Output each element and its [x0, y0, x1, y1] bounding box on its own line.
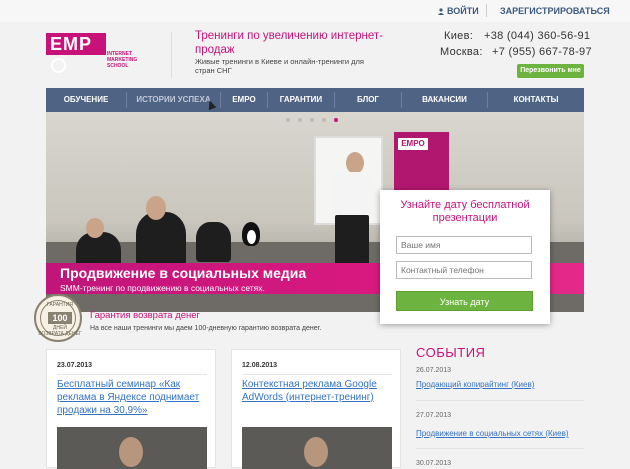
logo-text: EMP	[50, 34, 93, 54]
presenter-shirt	[332, 172, 372, 217]
audience-person	[196, 222, 231, 262]
header-subtitle: Живые тренинги в Киеве и онлайн-тренинги…	[195, 57, 364, 75]
slider-dot[interactable]	[310, 118, 314, 122]
slider-dot[interactable]	[322, 118, 326, 122]
hero-title[interactable]: Продвижение в социальных медиа	[60, 265, 306, 281]
guarantee-text: На все наши тренинги мы даем 100-дневную…	[90, 325, 322, 332]
hero-subtitle: SMM-тренинг по продвижению в социальных …	[60, 283, 265, 293]
audience-head	[146, 196, 166, 220]
phone-number-kiev: +38 (044) 360-56-91	[484, 30, 591, 42]
event-date: 27.07.2013	[416, 412, 452, 419]
presenter-legs	[335, 215, 369, 265]
slider-dot[interactable]	[286, 118, 290, 122]
topbar-divider	[486, 4, 487, 17]
header-title: Тренинги по увеличению интернет-продаж	[195, 30, 383, 56]
card-image-face	[119, 437, 143, 467]
callback-button[interactable]: Перезвонить мне	[517, 64, 584, 78]
event-divider	[416, 400, 584, 401]
nav-item-contacts[interactable]: КОНТАКТЫ	[488, 88, 584, 112]
events-title: СОБЫТИЯ	[416, 345, 486, 360]
card-date: 23.07.2013	[57, 362, 93, 369]
event-link[interactable]: Продающий копирайтинг (Киев)	[416, 380, 534, 389]
badge-top-text: ГАРАНТИЯ	[47, 302, 73, 308]
card-divider	[57, 374, 207, 375]
form-title: Узнайте дату бесплатной презентации	[400, 199, 530, 224]
logo[interactable]: EMP	[46, 33, 106, 73]
card-title-link[interactable]: Бесплатный семинар «Как реклама в Яндекс…	[57, 378, 212, 417]
name-input[interactable]	[396, 236, 532, 254]
main-nav: ОБУЧЕНИЕ ИСТОРИИ УСПЕХА EMPO ГАРАНТИИ БЛ…	[46, 88, 584, 112]
audience-head	[86, 218, 104, 238]
slider-dot[interactable]	[334, 118, 338, 122]
phone-number-moscow: +7 (955) 667-78-97	[492, 46, 592, 58]
card-divider	[242, 374, 392, 375]
user-icon	[438, 8, 444, 15]
card-date: 12.08.2013	[242, 362, 278, 369]
badge-number: 100	[48, 312, 72, 324]
header-divider	[171, 32, 172, 78]
logo-subtitle: INTERNET MARKETING SCHOOL	[107, 51, 138, 69]
nav-item-success-stories[interactable]: ИСТОРИИ УСПЕХА	[127, 88, 220, 112]
slider-dot[interactable]	[298, 118, 302, 122]
card-title-link[interactable]: Контекстная реклама Google AdWords (инте…	[242, 378, 392, 404]
logo-ring-icon	[51, 58, 66, 73]
guarantee-title: Гарантия возврата денег	[90, 310, 201, 321]
login-label: ВОЙТИ	[447, 6, 479, 16]
presenter-head	[346, 152, 364, 174]
news-card: 23.07.2013 Бесплатный семинар «Как рекла…	[46, 349, 216, 469]
event-divider	[416, 448, 584, 449]
event-date: 26.07.2013	[416, 367, 452, 374]
register-link[interactable]: ЗАРЕГИСТРИРОВАТЬСЯ	[500, 6, 610, 16]
phone-city-moscow: Москва:	[440, 46, 483, 58]
nav-item-blog[interactable]: БЛОГ	[335, 88, 401, 112]
badge-bottom-text: ВОЗВРАТА ДЕНЕГ	[38, 331, 82, 337]
penguin-belly	[247, 230, 256, 244]
event-date: 30.07.2013	[416, 460, 452, 467]
phone-city-kiev: Киев:	[444, 30, 474, 42]
submit-button[interactable]: Узнать дату	[396, 291, 533, 311]
nav-item-vacancies[interactable]: ВАКАНСИИ	[402, 88, 487, 112]
nav-item-obuchenie[interactable]: ОБУЧЕНИЕ	[46, 88, 126, 112]
event-link[interactable]: Продвижение в социальных сетях (Киев)	[416, 429, 569, 438]
phone-input[interactable]	[396, 261, 532, 279]
login-link[interactable]: ВОЙТИ	[438, 6, 479, 16]
card-image[interactable]	[242, 427, 392, 469]
news-card: 12.08.2013 Контекстная реклама Google Ad…	[231, 349, 401, 469]
banner-logo: EMPO	[398, 138, 428, 150]
card-image-face	[304, 437, 328, 467]
audience-person	[136, 212, 186, 267]
nav-item-guarantees[interactable]: ГАРАНТИИ	[268, 88, 334, 112]
nav-item-empo[interactable]: EMPO	[221, 88, 267, 112]
card-image[interactable]	[57, 427, 207, 469]
